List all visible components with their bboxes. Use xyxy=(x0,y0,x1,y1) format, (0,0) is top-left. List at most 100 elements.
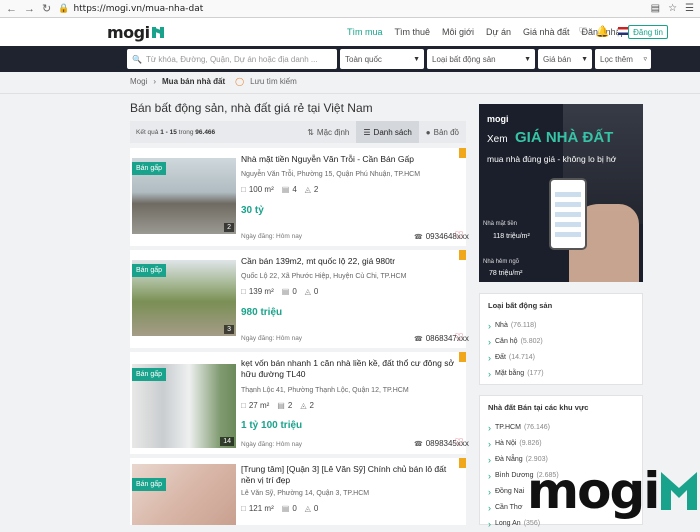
list-view-button[interactable]: ☰ Danh sách xyxy=(356,121,419,143)
back-icon[interactable]: ← xyxy=(6,3,17,15)
bell-icon[interactable]: 🔔 xyxy=(596,25,610,38)
listing-features: □ 121 m² ▤ 0 ◬ 0 xyxy=(241,504,319,513)
listing-features: □ 27 m² ▤ 2 ◬ 2 xyxy=(241,401,314,410)
listing-price: 1 tỷ 100 triệu xyxy=(241,420,303,431)
breadcrumb: Mogi › Mua bán nhà đất ◯ Lưu tìm kiếm xyxy=(130,77,297,86)
listing-address: Nguyễn Văn Trỗi, Phường 15, Quận Phú Nhu… xyxy=(241,171,421,178)
uk-flag-icon[interactable] xyxy=(617,27,629,35)
listing-date: Ngày đăng: Hôm nay xyxy=(241,233,303,240)
listing-title[interactable]: Nhà mặt tiền Nguyễn Văn Trỗi - Cần Bán G… xyxy=(241,154,455,165)
listing-photo[interactable]: Bán gấp 2 xyxy=(132,158,236,234)
reader-icon[interactable]: ▤ xyxy=(651,3,660,14)
favorite-heart-icon[interactable]: ♡ xyxy=(454,229,464,242)
chevron-down-icon: ▼ xyxy=(581,55,588,63)
bookmark-star-icon[interactable]: ☆ xyxy=(668,3,677,14)
hot-sale-badge: Bán gấp xyxy=(132,478,167,491)
banner-price2-label: Nhà hẻm ngõ xyxy=(483,259,520,265)
watermark-logo-icon xyxy=(661,472,697,510)
nav-rent[interactable]: Tìm thuê xyxy=(395,27,431,37)
region-link[interactable]: Hà Nội(9.826) xyxy=(488,436,559,452)
type-link-mat-bang[interactable]: Mặt bằng(177) xyxy=(488,366,544,382)
nav-buy[interactable]: Tìm mua xyxy=(347,27,383,37)
search-placeholder: Từ khóa, Đường, Quận, Dự án hoặc địa dan… xyxy=(145,54,318,64)
logo-mark-icon xyxy=(151,26,164,38)
nav-projects[interactable]: Dự án xyxy=(486,27,511,37)
banner-headline: GIÁ NHÀ ĐẤT xyxy=(515,129,614,146)
reload-icon[interactable]: ↻ xyxy=(42,2,51,15)
search-bar: 🔍 Từ khóa, Đường, Quận, Dự án hoặc địa d… xyxy=(0,46,700,72)
listing-features: □ 100 m² ▤ 4 ◬ 2 xyxy=(241,185,319,194)
save-search-icon[interactable]: ◯ xyxy=(235,77,244,86)
bookmark-icon[interactable] xyxy=(459,250,466,260)
hot-sale-badge: Bán gấp xyxy=(132,368,167,381)
listing-price: 980 triệu xyxy=(241,307,283,318)
mogi-watermark: mogi xyxy=(527,466,697,522)
region-link[interactable]: TP.HCM(76.146) xyxy=(488,420,559,436)
city-select-value: Toàn quốc xyxy=(345,54,382,64)
menu-icon[interactable]: ☰ xyxy=(685,3,694,14)
keyword-search-input[interactable]: 🔍 Từ khóa, Đường, Quận, Dự án hoặc địa d… xyxy=(127,49,337,69)
address-bar[interactable]: https://mogi.vn/mua-nha-dat xyxy=(73,4,203,14)
sort-icon: ⇅ xyxy=(307,127,314,137)
map-view-button[interactable]: ● Bản đồ xyxy=(419,121,466,143)
banner-price2-value: 78 triệu/m² xyxy=(489,270,523,277)
area-icon: □ xyxy=(241,185,246,194)
heart-icon[interactable]: ♡ xyxy=(578,25,588,38)
listing-card[interactable]: Bán gấp 3 Cần bán 139m2, mt quốc lộ 22, … xyxy=(130,250,469,348)
photo-count: 3 xyxy=(224,325,234,334)
banner-price1-value: 118 triệu/m² xyxy=(493,233,530,240)
listing-price: 30 tỷ xyxy=(241,205,264,216)
type-select-value: Loại bất động sản xyxy=(432,54,496,64)
listing-card[interactable]: Bán gấp 2 Nhà mặt tiền Nguyễn Văn Trỗi -… xyxy=(130,148,469,246)
property-type-select[interactable]: Loại bất động sản ▼ xyxy=(427,49,535,69)
banner-price1-label: Nhà mặt tiền xyxy=(483,221,518,227)
price-select[interactable]: Giá bán ▼ xyxy=(538,49,592,69)
bath-icon: ◬ xyxy=(300,401,307,410)
listing-photo[interactable]: Bán gấp xyxy=(132,464,236,525)
result-count: Kết quả 1 - 15 trong 96.466 xyxy=(136,128,216,136)
more-filters-button[interactable]: Lọc thêm ▿ xyxy=(595,49,651,69)
bath-icon: ◬ xyxy=(304,185,311,194)
listing-photo[interactable]: Bán gấp 3 xyxy=(132,260,236,336)
area-icon: □ xyxy=(241,287,246,296)
page-title: Bán bất động sản, nhà đất giá rẻ tại Việ… xyxy=(130,101,373,115)
save-search-link[interactable]: Lưu tìm kiếm xyxy=(250,77,297,86)
nav-brokers[interactable]: Môi giới xyxy=(442,27,474,37)
bed-icon: ▤ xyxy=(281,504,290,513)
chevron-down-icon: ▼ xyxy=(413,55,420,63)
forward-icon[interactable]: → xyxy=(24,3,35,15)
site-header: mogi Tìm mua Tìm thuê Môi giới Dự án Giá… xyxy=(0,18,700,46)
listing-title[interactable]: [Trung tâm] [Quận 3] [Lê Văn Sỹ] Chính c… xyxy=(241,464,455,486)
type-link-dat[interactable]: Đất(14.714) xyxy=(488,350,544,366)
favorite-heart-icon[interactable]: ♡ xyxy=(454,331,464,344)
bookmark-icon[interactable] xyxy=(459,148,466,158)
listing-card[interactable]: Bán gấp 14 kẹt vốn bán nhanh 1 căn nhà l… xyxy=(130,352,469,454)
type-link-nha[interactable]: Nhà(76.118) xyxy=(488,318,544,334)
filter-icon: ▿ xyxy=(643,56,647,63)
listing-date: Ngày đăng: Hôm nay xyxy=(241,335,303,342)
bookmark-icon[interactable] xyxy=(459,352,466,362)
bed-icon: ▤ xyxy=(277,401,285,410)
sort-default-button[interactable]: ⇅ Mặc định xyxy=(300,121,356,143)
city-select[interactable]: Toàn quốc ▼ xyxy=(340,49,424,69)
results-toolbar: Kết quả 1 - 15 trong 96.466 ⇅ Mặc định ☰ D… xyxy=(130,121,466,143)
listing-title[interactable]: Cần bán 139m2, mt quốc lộ 22, giá 980tr xyxy=(241,256,455,267)
listing-title[interactable]: kẹt vốn bán nhanh 1 căn nhà liền kề, đất… xyxy=(241,358,455,380)
post-listing-button[interactable]: Đăng tin xyxy=(628,25,668,39)
favorite-heart-icon[interactable]: ♡ xyxy=(454,436,464,449)
bookmark-icon[interactable] xyxy=(459,458,466,468)
land-price-banner[interactable]: mogi Xem GIÁ NHÀ ĐẤT mua nhà đúng giá - … xyxy=(479,104,643,282)
banner-subline: mua nhà đúng giá - không lo bị hớ xyxy=(487,154,617,164)
box-title: Loại bất động sản xyxy=(488,301,553,310)
type-link-can-ho[interactable]: Căn hộ(5.802) xyxy=(488,334,544,350)
price-select-value: Giá bán xyxy=(543,54,572,64)
bath-icon: ◬ xyxy=(304,287,311,296)
area-icon: □ xyxy=(241,504,246,513)
listing-card[interactable]: Bán gấp [Trung tâm] [Quận 3] [Lê Văn Sỹ]… xyxy=(130,458,466,525)
listing-photo[interactable]: Bán gấp 14 xyxy=(132,364,236,448)
browser-toolbar: ← → ↻ 🔒 https://mogi.vn/mua-nha-dat ▤ ☆ … xyxy=(0,0,700,18)
nav-land-price[interactable]: Giá nhà đất xyxy=(523,27,570,37)
box-title: Nhà đất Bán tại các khu vực xyxy=(488,403,589,412)
mogi-logo[interactable]: mogi xyxy=(107,23,164,42)
breadcrumb-home[interactable]: Mogi xyxy=(130,77,147,86)
